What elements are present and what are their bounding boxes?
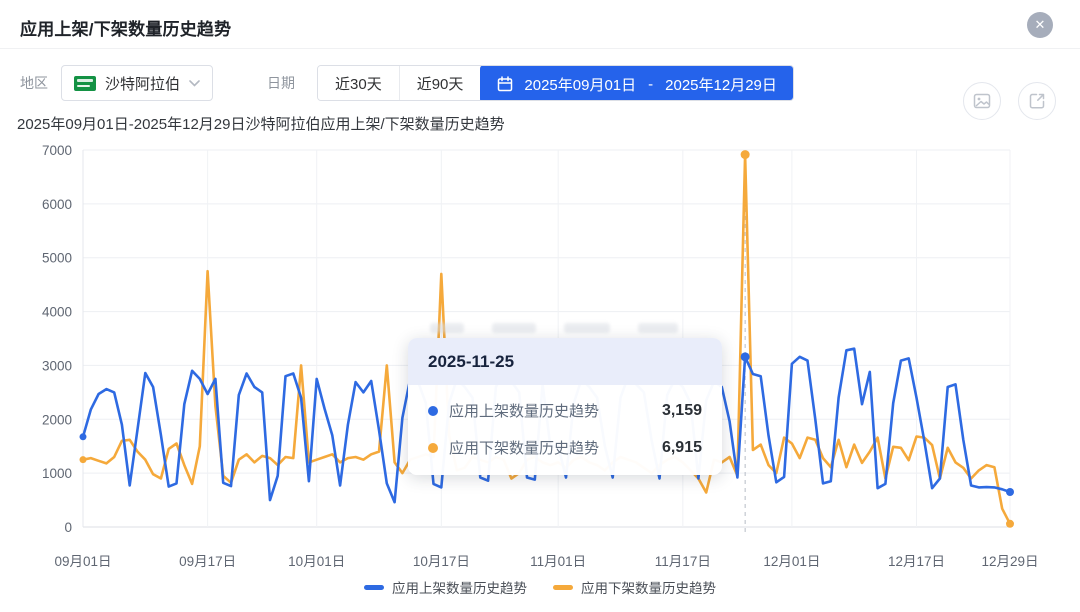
svg-text:10月17日: 10月17日 (413, 554, 470, 569)
blue-series-dot-icon (428, 406, 438, 416)
svg-text:6000: 6000 (42, 197, 72, 212)
custom-date-range-button[interactable]: 2025年09月01日 - 2025年12月29日 (480, 65, 794, 101)
saudi-arabia-flag-icon (74, 76, 96, 91)
open-in-new-button[interactable] (1018, 82, 1056, 120)
svg-text:2000: 2000 (42, 412, 72, 427)
orange-series-dot-icon (428, 443, 438, 453)
svg-text:5000: 5000 (42, 251, 72, 266)
svg-text:4000: 4000 (42, 305, 72, 320)
x-axis-labels: 09月01日 09月17日 10月01日 10月17日 11月01日 11月17日 12月0… (54, 554, 1038, 569)
date-range-control: 近30天 近90天 2025年09月01日 - 2025年12月29日 (317, 65, 794, 101)
blue-legend-bar-icon (364, 585, 384, 590)
close-button[interactable]: ✕ (1027, 12, 1053, 38)
svg-text:10月01日: 10月01日 (288, 554, 345, 569)
date-range-separator: - (648, 76, 653, 93)
svg-text:09月01日: 09月01日 (54, 554, 111, 569)
chart-legend: 应用上架数量历史趋势 应用下架数量历史趋势 (0, 577, 1080, 597)
tooltip-label: 应用下架数量历史趋势 (449, 437, 599, 458)
preset-90-days-button[interactable]: 近90天 (400, 66, 482, 100)
chart-title: 2025年09月01日-2025年12月29日沙特阿拉伯应用上架/下架数量历史趋… (17, 113, 505, 134)
svg-text:3000: 3000 (42, 358, 72, 373)
close-icon: ✕ (1035, 17, 1046, 33)
image-icon (973, 92, 991, 110)
svg-text:12月29日: 12月29日 (981, 554, 1038, 569)
date-range-start: 2025年09月01日 (524, 74, 636, 95)
filter-bar: 地区 沙特阿拉伯 日期 近30天 近90天 2025年09月01日 - 2025… (20, 65, 794, 101)
preset-30-days-button[interactable]: 近30天 (318, 66, 400, 100)
calendar-icon (497, 76, 513, 92)
legend-label: 应用下架数量历史趋势 (581, 577, 716, 597)
svg-text:12月17日: 12月17日 (888, 554, 945, 569)
tooltip-date: 2025-11-25 (408, 338, 722, 385)
tooltip-row-delisted: 应用下架数量历史趋势 6,915 (408, 429, 722, 466)
modal-header: 应用上架/下架数量历史趋势 (0, 0, 1080, 49)
svg-text:11月01日: 11月01日 (530, 554, 586, 569)
region-value: 沙特阿拉伯 (105, 73, 180, 94)
legend-label: 应用上架数量历史趋势 (392, 577, 527, 597)
svg-text:12月01日: 12月01日 (763, 554, 820, 569)
external-link-icon (1028, 92, 1046, 110)
save-image-button[interactable] (963, 82, 1001, 120)
svg-text:0: 0 (64, 520, 72, 535)
chart-tooltip: 2025-11-25 应用上架数量历史趋势 3,159 应用下架数量历史趋势 6… (408, 338, 722, 475)
date-range-end: 2025年12月29日 (665, 74, 777, 95)
chevron-down-icon (189, 80, 200, 87)
legend-item-listed[interactable]: 应用上架数量历史趋势 (364, 577, 527, 597)
tooltip-value: 6,915 (662, 439, 702, 457)
svg-text:1000: 1000 (42, 466, 72, 481)
orange-legend-bar-icon (553, 585, 573, 590)
region-label: 地区 (20, 73, 48, 93)
tooltip-label: 应用上架数量历史趋势 (449, 400, 599, 421)
svg-text:7000: 7000 (42, 143, 72, 158)
tooltip-value: 3,159 (662, 402, 702, 420)
app-trend-modal: { "header": { "title": "应用上架/下架数量历史趋势" }… (0, 0, 1080, 612)
date-label: 日期 (267, 73, 295, 93)
svg-text:09月17日: 09月17日 (179, 554, 236, 569)
region-select[interactable]: 沙特阿拉伯 (61, 65, 213, 101)
svg-text:11月17日: 11月17日 (655, 554, 711, 569)
page-title: 应用上架/下架数量历史趋势 (20, 15, 231, 40)
tooltip-row-listed: 应用上架数量历史趋势 3,159 (408, 392, 722, 429)
y-axis-labels: 0 1000 2000 3000 4000 5000 6000 7000 (42, 143, 72, 535)
legend-item-delisted[interactable]: 应用下架数量历史趋势 (553, 577, 716, 597)
